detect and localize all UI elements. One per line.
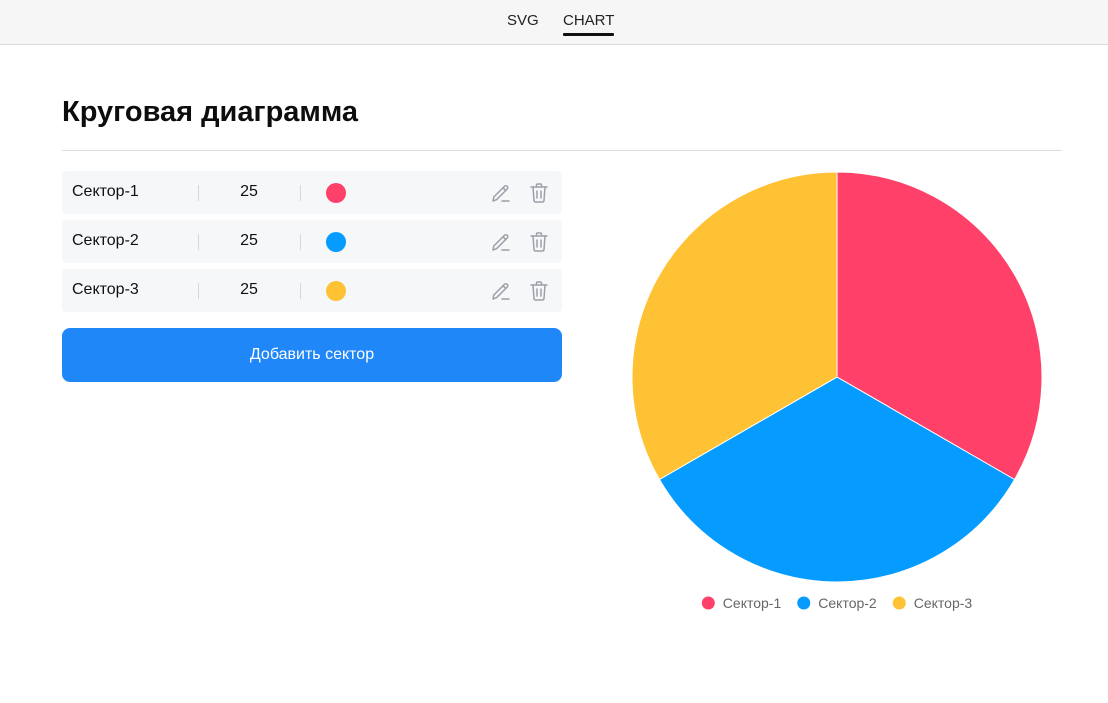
add-sector-button[interactable]: Добавить сектор <box>62 328 562 382</box>
column-divider <box>198 234 199 250</box>
sector-row: Сектор-3 25 <box>62 269 562 312</box>
legend-label: Сектор-3 <box>914 595 973 611</box>
sector-color-swatch <box>326 232 346 252</box>
title-divider <box>62 150 1062 151</box>
column-divider <box>300 283 301 299</box>
column-divider <box>198 283 199 299</box>
column-divider <box>300 185 301 201</box>
pencil-icon[interactable] <box>489 279 513 303</box>
sector-name: Сектор-3 <box>72 281 139 298</box>
sector-color-swatch <box>326 281 346 301</box>
top-navigation: SVG CHART <box>0 0 1108 45</box>
sector-value: 25 <box>240 281 258 298</box>
pie-chart: Сектор-1 Сектор-2 Сектор-3 <box>622 160 1052 630</box>
legend-item[interactable]: Сектор-1 <box>701 595 782 611</box>
legend-item[interactable]: Сектор-3 <box>892 595 973 611</box>
column-divider <box>300 234 301 250</box>
sector-color-swatch <box>326 183 346 203</box>
legend-swatch <box>892 596 906 610</box>
trash-icon[interactable] <box>527 279 551 303</box>
pencil-icon[interactable] <box>489 181 513 205</box>
pie-chart-svg: Сектор-1 Сектор-2 Сектор-3 <box>631 171 1043 611</box>
tab-svg[interactable]: SVG <box>507 12 539 31</box>
page-title: Круговая диаграмма <box>62 96 359 128</box>
sector-list: Сектор-1 25 Сектор-2 25 Сектор-3 25 <box>62 171 562 318</box>
trash-icon[interactable] <box>527 181 551 205</box>
pencil-icon[interactable] <box>489 230 513 254</box>
legend-swatch <box>797 596 811 610</box>
sector-row: Сектор-2 25 <box>62 220 562 263</box>
sector-name: Сектор-2 <box>72 232 139 249</box>
sector-value: 25 <box>240 183 258 200</box>
sector-name: Сектор-1 <box>72 183 139 200</box>
sector-row: Сектор-1 25 <box>62 171 562 214</box>
legend-label: Сектор-2 <box>818 595 877 611</box>
legend-swatch <box>701 596 715 610</box>
trash-icon[interactable] <box>527 230 551 254</box>
legend-item[interactable]: Сектор-2 <box>797 595 877 611</box>
sector-value: 25 <box>240 232 258 249</box>
tab-chart[interactable]: CHART <box>563 12 615 36</box>
column-divider <box>198 185 199 201</box>
legend-label: Сектор-1 <box>723 595 782 611</box>
